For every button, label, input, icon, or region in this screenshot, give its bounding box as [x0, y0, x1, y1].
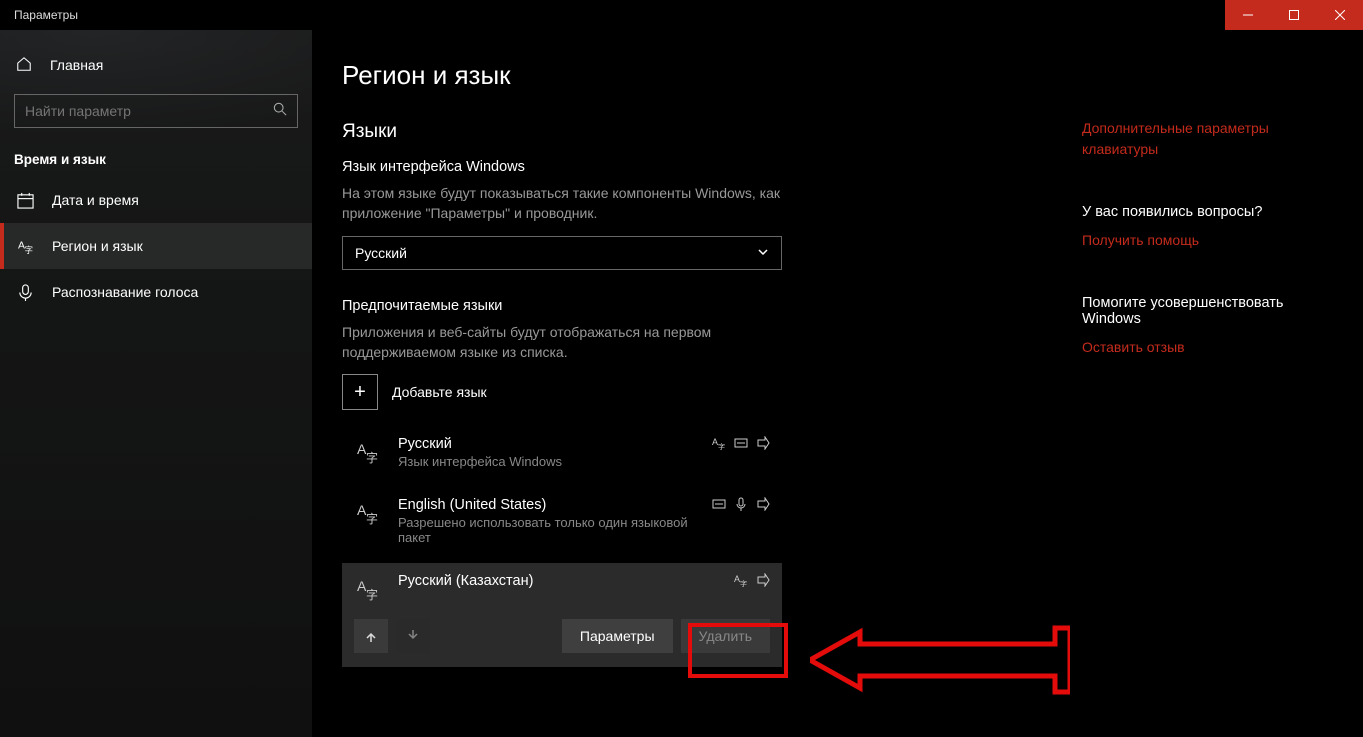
- move-up-button[interactable]: [354, 619, 388, 653]
- language-feature-icons: [712, 497, 770, 511]
- sidebar-item-speech[interactable]: Распознавание голоса: [0, 269, 312, 315]
- preferred-title: Предпочитаемые языки: [342, 298, 1042, 314]
- interface-lang-dropdown[interactable]: Русский: [342, 236, 782, 270]
- language-name: Русский: [398, 436, 698, 452]
- sidebar-item-label: Регион и язык: [52, 238, 143, 254]
- sidebar-item-label: Дата и время: [52, 192, 139, 208]
- search-box[interactable]: [14, 94, 298, 128]
- dropdown-value: Русский: [355, 245, 407, 261]
- home-icon: [16, 56, 32, 75]
- move-down-button: [396, 619, 430, 653]
- close-button[interactable]: [1317, 0, 1363, 30]
- get-help-link[interactable]: Получить помощь: [1082, 230, 1342, 251]
- language-glyph-icon: A字: [354, 575, 384, 603]
- languages-heading: Языки: [342, 121, 1042, 143]
- svg-text:字: 字: [24, 245, 33, 255]
- minimize-button[interactable]: [1225, 0, 1271, 30]
- add-language-label: Добавьте язык: [392, 384, 487, 400]
- sidebar-section-title: Время и язык: [0, 132, 312, 177]
- page-title: Регион и язык: [342, 60, 1042, 91]
- language-row-russian[interactable]: A字 Русский Язык интерфейса Windows A字: [342, 426, 782, 479]
- sidebar-item-region-language[interactable]: A字 Регион и язык: [0, 223, 312, 269]
- related-settings: Дополнительные параметры клавиатуры У ва…: [1042, 60, 1342, 737]
- related-link-keyboard[interactable]: Дополнительные параметры клавиатуры: [1082, 118, 1342, 160]
- language-subtitle: Разрешено использовать только один языко…: [398, 515, 698, 545]
- sidebar-item-date-time[interactable]: Дата и время: [0, 177, 312, 223]
- plus-icon: +: [342, 374, 378, 410]
- svg-text:字: 字: [366, 450, 378, 465]
- params-button[interactable]: Параметры: [562, 619, 673, 653]
- sidebar: Главная Время и язык Дата и время A字 Рег…: [0, 30, 312, 737]
- language-subtitle: Язык интерфейса Windows: [398, 454, 698, 469]
- questions-title: У вас появились вопросы?: [1082, 204, 1342, 220]
- language-name: Русский (Казахстан): [398, 573, 720, 589]
- language-row-russian-kz[interactable]: A字 Русский (Казахстан) A字: [342, 563, 782, 667]
- titlebar: Параметры: [0, 0, 1363, 30]
- svg-text:字: 字: [366, 587, 378, 602]
- add-language-button[interactable]: + Добавьте язык: [342, 374, 1042, 410]
- language-actions: Параметры Удалить: [354, 619, 770, 653]
- interface-lang-title: Язык интерфейса Windows: [342, 159, 1042, 175]
- window-title: Параметры: [14, 8, 78, 22]
- language-feature-icons: A字: [712, 436, 770, 450]
- main-panel: Регион и язык Языки Язык интерфейса Wind…: [312, 30, 1363, 737]
- home-label: Главная: [50, 57, 103, 73]
- language-glyph-icon: A字: [354, 499, 384, 527]
- chevron-down-icon: [757, 245, 769, 261]
- window-controls: [1225, 0, 1363, 30]
- svg-text:字: 字: [366, 511, 378, 526]
- svg-text:字: 字: [740, 579, 747, 587]
- interface-lang-desc: На этом языке будут показываться такие к…: [342, 183, 782, 224]
- svg-text:字: 字: [718, 442, 725, 450]
- microphone-icon: [16, 283, 34, 301]
- feedback-title: Помогите усовершенствовать Windows: [1082, 295, 1342, 327]
- search-input[interactable]: [25, 103, 273, 119]
- sidebar-item-label: Распознавание голоса: [52, 284, 198, 300]
- calendar-icon: [16, 191, 34, 209]
- content-area: Регион и язык Языки Язык интерфейса Wind…: [342, 60, 1042, 737]
- language-name: English (United States): [398, 497, 698, 513]
- delete-button[interactable]: Удалить: [681, 619, 770, 653]
- search-icon: [273, 102, 287, 121]
- language-icon: A字: [16, 237, 34, 255]
- feedback-link[interactable]: Оставить отзыв: [1082, 337, 1342, 358]
- language-feature-icons: A字: [734, 573, 770, 587]
- maximize-button[interactable]: [1271, 0, 1317, 30]
- home-nav[interactable]: Главная: [0, 44, 312, 86]
- language-glyph-icon: A字: [354, 438, 384, 466]
- language-row-english[interactable]: A字 English (United States) Разрешено исп…: [342, 487, 782, 555]
- preferred-desc: Приложения и веб-сайты будут отображатьс…: [342, 322, 782, 363]
